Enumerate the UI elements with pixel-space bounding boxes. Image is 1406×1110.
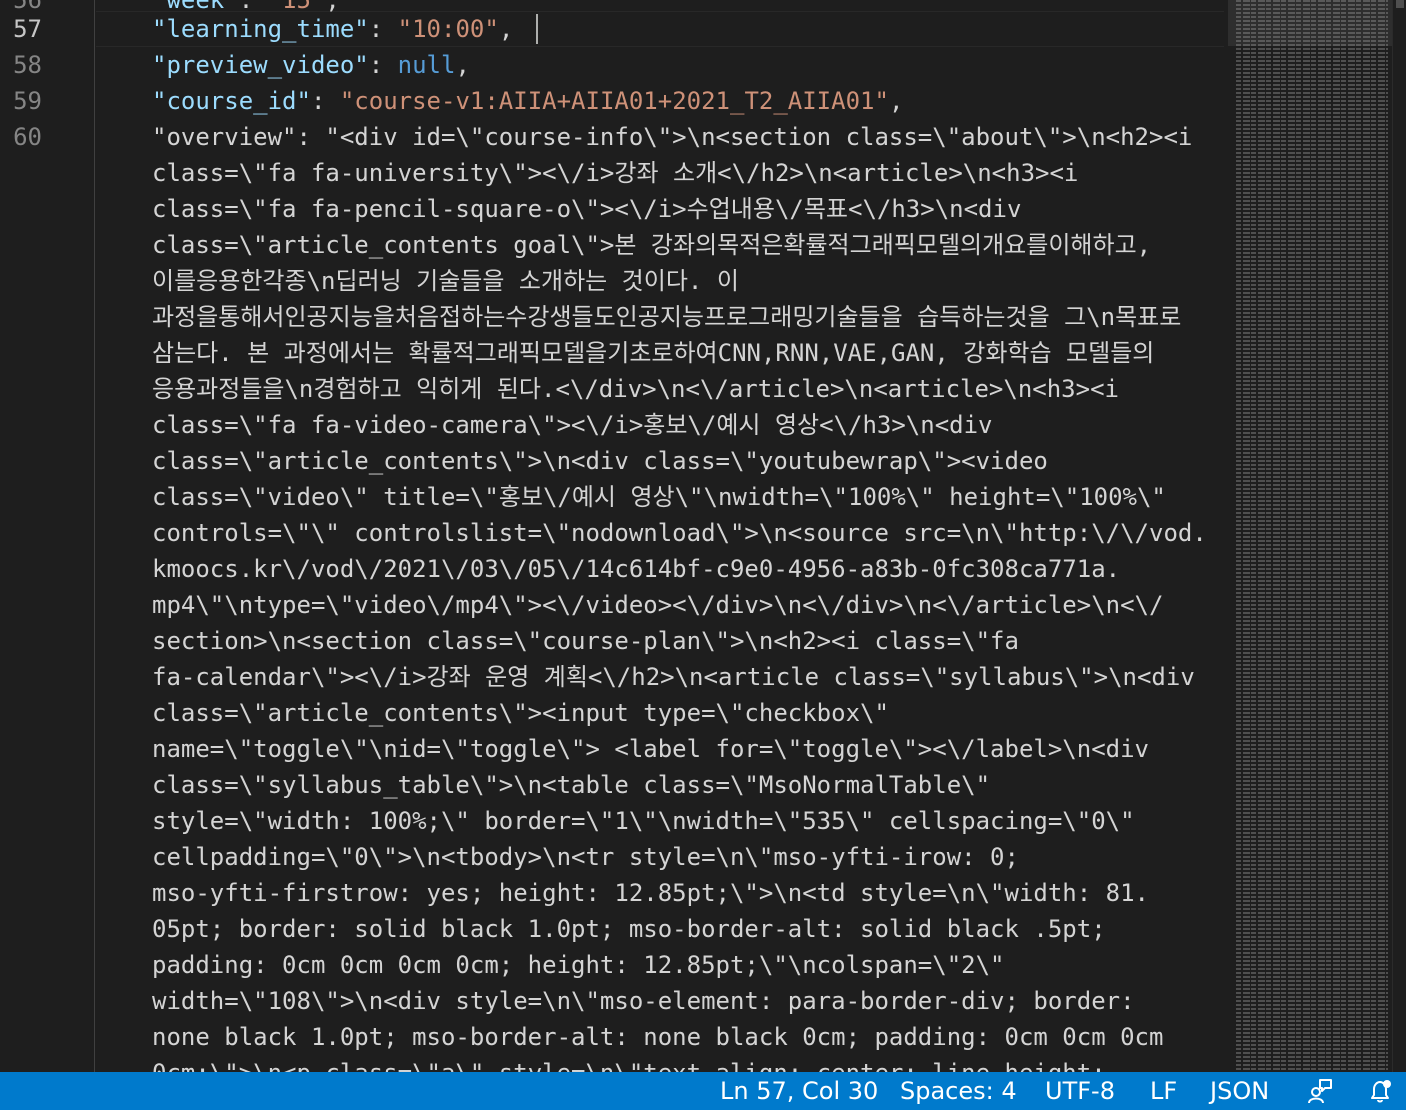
code-wrapped-line: 삼는다. 본 과정에서는 확률적그래픽모델을기초로하여CNN,RNN,VAE,G… <box>152 339 1155 367</box>
cursor-position[interactable]: Ln 57, Col 30 <box>720 1072 878 1110</box>
code-wrapped-line: padding: 0cm 0cm 0cm 0cm; height: 12.85p… <box>152 951 1005 979</box>
code-wrapped-line: style=\"width: 100%;\" border=\"1\"\nwid… <box>152 807 1135 835</box>
code-wrapped-line: class=\"article_contents goal\">본 강좌의목적은… <box>152 231 1152 259</box>
feedback-icon[interactable] <box>1307 1078 1333 1104</box>
code-wrapped-line: name=\"toggle\"\nid=\"toggle\"> <label f… <box>152 735 1149 763</box>
json-string: "course-v1:AIIA+AIIA01+2021_T2_AIIA01" <box>339 87 889 115</box>
code-wrapped-line: 0cm;\">\n<p class=\"a\" style=\n\"text-a… <box>152 1055 1106 1072</box>
code-wrapped-line: kmoocs.kr\/vod\/2021\/03\/05\/14c614bf-c… <box>152 555 1121 583</box>
editor-area[interactable]: 56 57 58 59 60 "week": "15", "learning_t… <box>0 0 1406 1072</box>
code-wrapped-line: "overview": "<div id=\"course-info\">\n<… <box>152 123 1193 151</box>
minimap[interactable] <box>1236 0 1388 1072</box>
code-wrapped-line: 응용과정들을\n경험하고 익히게 된다.<\/div>\n<\/article>… <box>152 375 1119 403</box>
code-wrapped-line: 과정을통해서인공지능을처음접하는수강생들도인공지능프로그래밍기술들을 습득하는것… <box>152 303 1182 331</box>
text-cursor <box>536 14 538 44</box>
line-number: 59 <box>13 87 42 115</box>
code-wrapped-line: mp4\"\ntype=\"video\/mp4\"><\/video><\/d… <box>152 591 1164 619</box>
code-line-59: "course_id": "course-v1:AIIA+AIIA01+2021… <box>152 87 904 115</box>
code-wrapped-line: section>\n<section class=\"course-plan\"… <box>152 627 1019 655</box>
code-wrapped-line: 이를응용한각종\n딥러닝 기술들을 소개하는 것이다. 이 <box>152 267 739 295</box>
code-wrapped-line: class=\"fa fa-university\"><\/i>강좌 소개<\/… <box>152 159 1079 187</box>
code-wrapped-line: class=\"article_contents\"><input type=\… <box>152 699 889 727</box>
code-wrapped-line: class=\"fa fa-video-camera\"><\/i>홍보\/예시… <box>152 411 993 439</box>
status-bar: Ln 57, Col 30 Spaces: 4 UTF-8 LF JSON <box>0 1072 1406 1110</box>
gutter-divider <box>94 0 95 1072</box>
code-line-58: "preview_video": null, <box>152 51 470 79</box>
language-mode[interactable]: JSON <box>1210 1072 1269 1110</box>
code-wrapped-line: none black 1.0pt; mso-border-alt: none b… <box>152 1023 1164 1051</box>
vertical-scrollbar[interactable] <box>1392 0 1406 1072</box>
indentation-setting[interactable]: Spaces: 4 <box>900 1072 1017 1110</box>
line-number-gutter: 56 57 58 59 60 <box>0 0 95 1072</box>
code-wrapped-line: class=\"article_contents\">\n<div class=… <box>152 447 1048 475</box>
json-string: "10:00" <box>397 15 499 43</box>
code-wrapped-line: width=\"108\">\n<div style=\n\"mso-eleme… <box>152 987 1135 1015</box>
json-key: "learning_time" <box>152 15 369 43</box>
code-wrapped-line: class=\"syllabus_table\">\n<table class=… <box>152 771 991 799</box>
code-wrapped-line: mso-yfti-firstrow: yes; height: 12.85pt;… <box>152 879 1149 907</box>
json-null: null <box>397 51 456 79</box>
file-encoding[interactable]: UTF-8 <box>1045 1072 1115 1110</box>
line-number: 60 <box>13 123 42 151</box>
scrollbar-thumb[interactable] <box>1396 0 1404 8</box>
line-number-active: 57 <box>13 15 42 43</box>
line-number: 58 <box>13 51 42 79</box>
end-of-line-sequence[interactable]: LF <box>1150 1072 1177 1110</box>
code-line-57: "learning_time": "10:00", <box>152 15 514 43</box>
code-wrapped-line: class=\"video\" title=\"홍보\/예시 영상\"\nwid… <box>152 483 1166 511</box>
code-wrapped-line: cellpadding=\"0\">\n<tbody>\n<tr style=\… <box>152 843 1019 871</box>
notifications-bell-icon[interactable] <box>1367 1078 1393 1104</box>
json-key: "preview_video" <box>152 51 369 79</box>
code-wrapped-line: 05pt; border: solid black 1.0pt; mso-bor… <box>152 915 1106 943</box>
code-wrapped-line: class=\"fa fa-pencil-square-o\"><\/i>수업내… <box>152 195 1022 223</box>
code-wrapped-line: controls=\"\" controlslist=\"nodownload\… <box>152 519 1207 547</box>
code-wrapped-line: fa-calendar\"><\/i>강좌 운영 계획<\/h2>\n<arti… <box>152 663 1195 691</box>
json-key: "course_id" <box>152 87 311 115</box>
